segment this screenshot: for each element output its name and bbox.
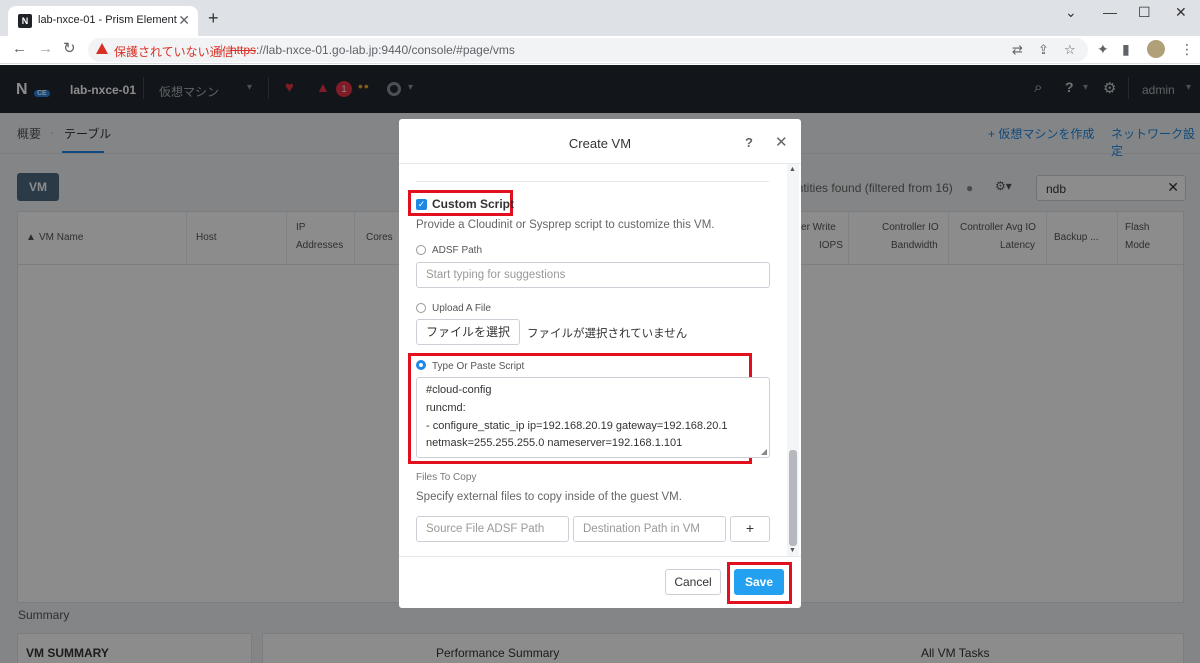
warning-icon (96, 43, 108, 54)
help-icon[interactable]: ? (745, 135, 753, 150)
script-line: - configure_static_ip ip=192.168.20.19 g… (426, 420, 728, 432)
files-to-copy-label: Files To Copy (416, 472, 477, 483)
custom-script-label[interactable]: Custom Script (432, 197, 514, 211)
reload-icon[interactable]: ↻ (63, 41, 76, 57)
new-tab-icon[interactable]: + (208, 9, 219, 27)
window-close-icon[interactable]: ✕ (1175, 4, 1187, 21)
url-scheme: https (230, 43, 257, 57)
minimize-icon[interactable]: — (1103, 4, 1117, 20)
back-icon[interactable]: ← (12, 41, 27, 57)
script-line: netmask=255.255.255.0 nameserver=192.168… (426, 437, 683, 449)
choose-file-button[interactable]: ファイルを選択 (416, 319, 520, 345)
script-textarea[interactable]: #cloud-config runcmd: - configure_static… (416, 377, 770, 458)
section-divider (416, 181, 769, 182)
chrome-menu-icon[interactable]: ⋮ (1180, 41, 1194, 58)
profile-avatar[interactable] (1147, 40, 1165, 58)
destination-path-placeholder: Destination Path in VM (583, 523, 700, 535)
security-warning[interactable]: 保護されていない通信 (114, 43, 234, 60)
upload-file-label[interactable]: Upload A File (432, 303, 491, 314)
dialog-body[interactable]: ✓ Custom Script Provide a Cloudinit or S… (399, 164, 801, 556)
source-file-input[interactable]: Source File ADSF Path (416, 516, 569, 542)
browser-toolbar: ← → ↻ 保護されていない通信 | https://lab-nxce-01.g… (0, 36, 1200, 64)
url-text[interactable]: https://lab-nxce-01.go-lab.jp:9440/conso… (230, 43, 515, 57)
omnibox-separator: | (220, 42, 224, 56)
type-paste-radio[interactable] (416, 360, 426, 370)
custom-script-checkbox[interactable]: ✓ (416, 199, 427, 210)
source-file-placeholder: Source File ADSF Path (426, 523, 545, 535)
adsf-path-radio[interactable] (416, 245, 426, 255)
upload-file-radio[interactable] (416, 303, 426, 313)
file-status-text: ファイルが選択されていません (527, 328, 688, 340)
forward-icon[interactable]: → (38, 41, 53, 57)
dialog-footer-divider (399, 556, 801, 557)
side-panel-icon[interactable]: ▮ (1122, 41, 1130, 58)
resize-handle-icon[interactable]: ◢ (761, 447, 767, 456)
dialog-title: Create VM (568, 136, 632, 151)
tab-title: lab-nxce-01 - Prism Element (38, 14, 177, 26)
dialog-scrollbar[interactable]: ▲ ▼ (787, 164, 799, 556)
translate-icon[interactable]: ⇄ (1012, 42, 1023, 58)
script-line: runcmd: (426, 402, 466, 414)
adsf-path-placeholder: Start typing for suggestions (426, 269, 566, 281)
add-file-button[interactable]: + (730, 516, 770, 542)
save-button[interactable]: Save (734, 569, 784, 595)
files-to-copy-description: Specify external files to copy inside of… (416, 491, 682, 503)
script-line: #cloud-config (426, 384, 492, 396)
tab-close-icon[interactable]: ✕ (178, 12, 190, 29)
custom-script-description: Provide a Cloudinit or Sysprep script to… (416, 219, 715, 231)
cancel-button[interactable]: Cancel (665, 569, 721, 595)
address-bar[interactable]: 保護されていない通信 | https://lab-nxce-01.go-lab.… (88, 38, 1088, 62)
url-rest: ://lab-nxce-01.go-lab.jp:9440/console/#p… (256, 43, 515, 57)
scroll-up-icon[interactable]: ▲ (789, 166, 796, 173)
destination-path-input[interactable]: Destination Path in VM (573, 516, 726, 542)
maximize-icon[interactable]: ☐ (1138, 4, 1151, 21)
bookmark-star-icon[interactable]: ☆ (1064, 42, 1076, 58)
type-paste-label[interactable]: Type Or Paste Script (432, 361, 524, 372)
adsf-path-input[interactable]: Start typing for suggestions (416, 262, 770, 288)
scrollbar-thumb[interactable] (789, 450, 797, 546)
close-icon[interactable]: ✕ (775, 133, 788, 151)
adsf-path-label[interactable]: ADSF Path (432, 245, 482, 256)
nutanix-favicon-icon: N (18, 14, 32, 28)
extensions-icon[interactable]: ✦ (1097, 41, 1109, 58)
browser-tab[interactable]: N lab-nxce-01 - Prism Element ✕ (8, 6, 198, 36)
browser-tabstrip: N lab-nxce-01 - Prism Element ✕ + ⌄ — ☐ … (0, 0, 1200, 36)
create-vm-dialog: Create VM ? ✕ ✓ Custom Script Provide a … (399, 119, 801, 608)
share-icon[interactable]: ⇪ (1038, 42, 1049, 58)
scroll-down-icon[interactable]: ▼ (789, 547, 796, 554)
tab-search-icon[interactable]: ⌄ (1065, 4, 1077, 21)
